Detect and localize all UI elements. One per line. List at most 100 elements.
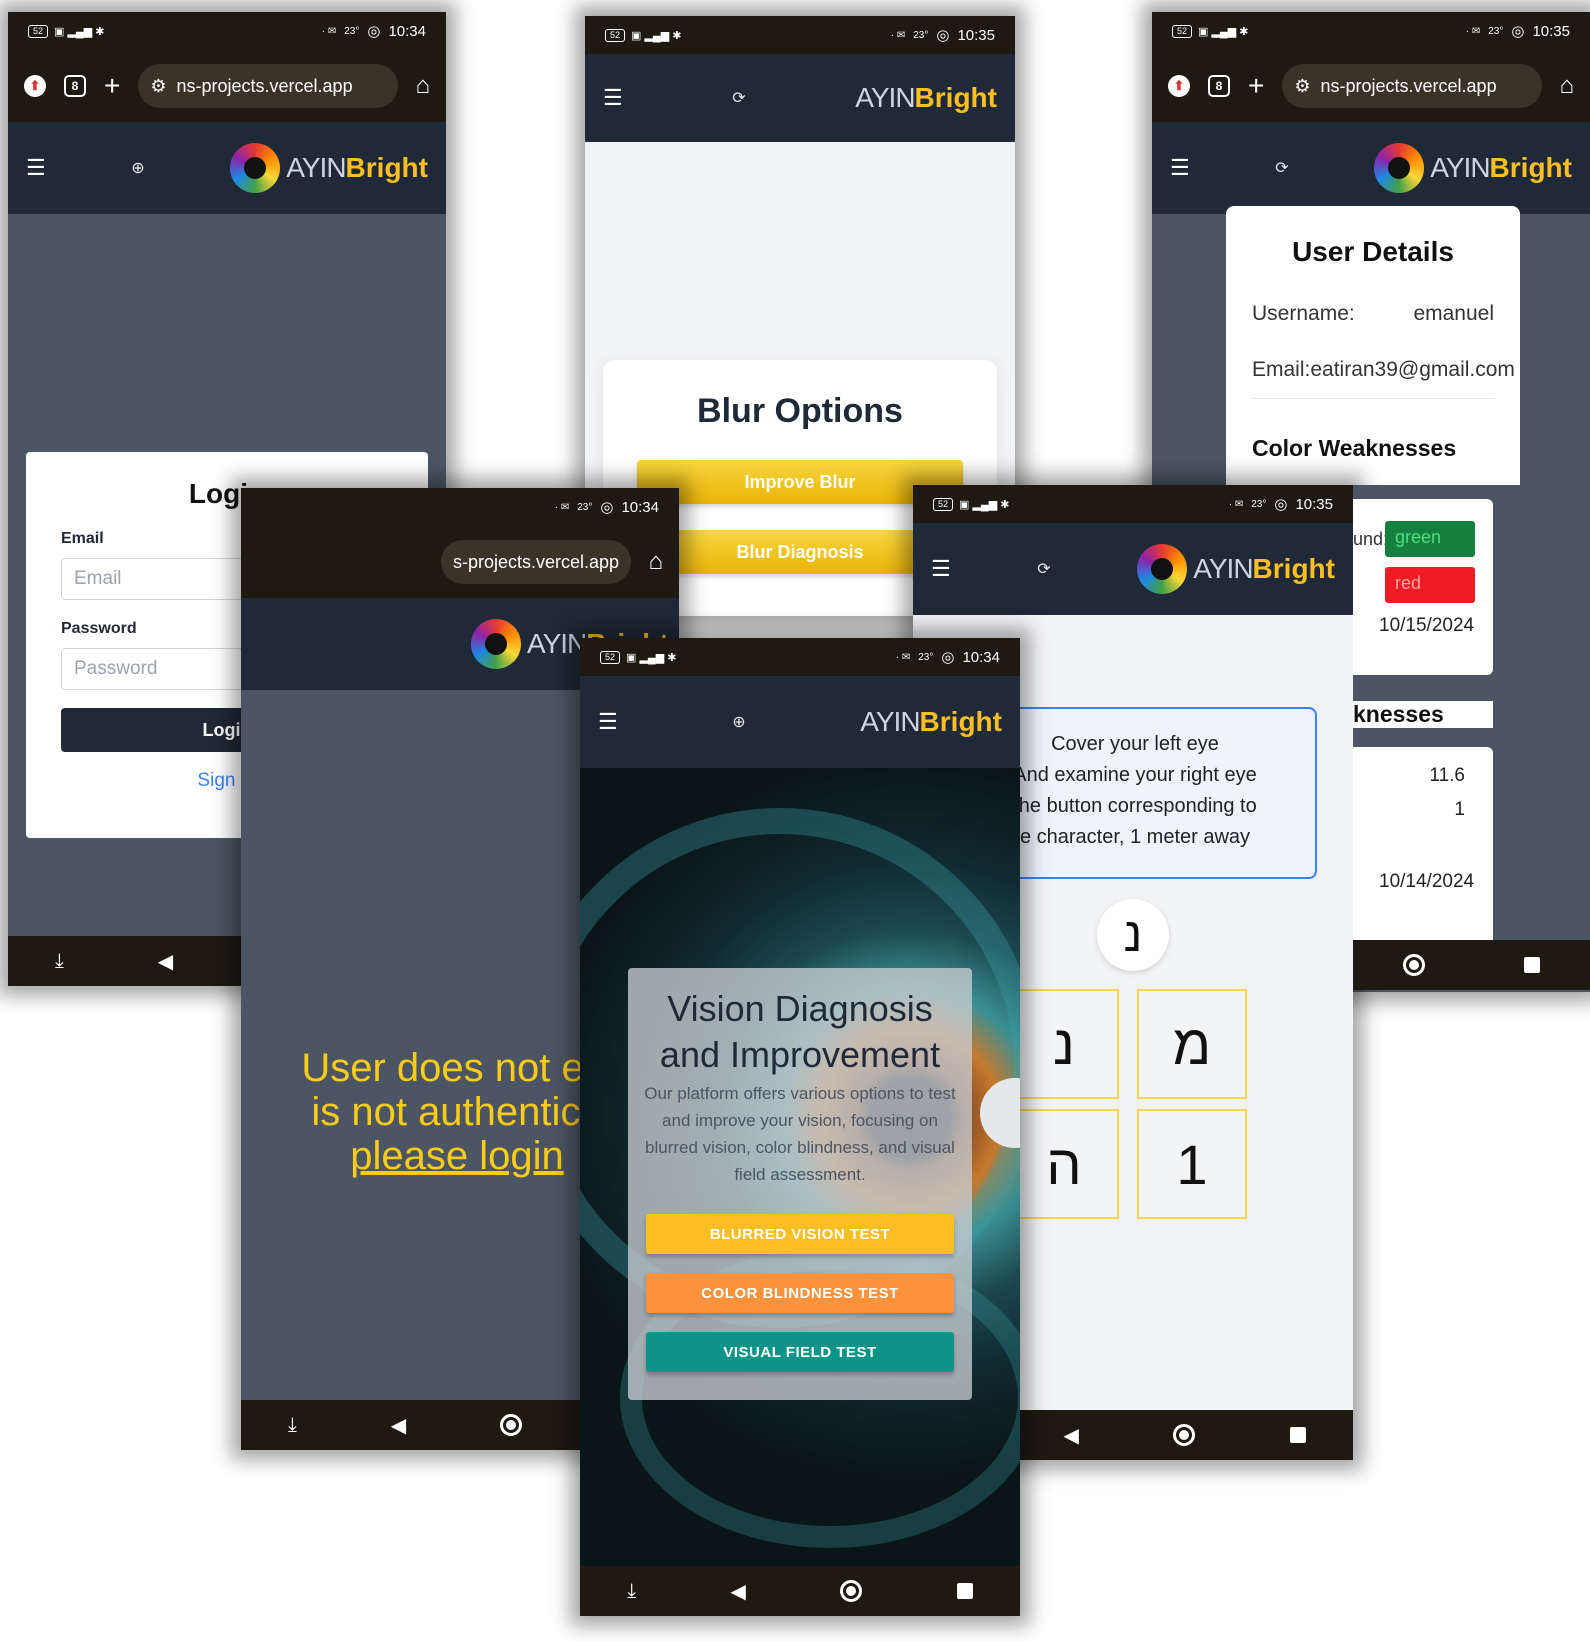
email-row: Email:eatiran39@gmail.com <box>1252 358 1515 381</box>
eye-logo-icon <box>1374 143 1425 193</box>
hero-title: Vision Diagnosis and Improvement <box>659 988 941 1075</box>
new-tab-icon[interactable]: + <box>1248 72 1264 100</box>
login-icon[interactable]: ⊕ <box>131 158 144 178</box>
user-details-overlap: und: green red 10/15/2024 knesses 11.6 1… <box>1353 485 1520 945</box>
download-icon[interactable]: ⤓ <box>55 950 64 973</box>
battery-icon: 52 <box>933 497 954 511</box>
home-icon[interactable]: ⌂ <box>416 72 431 100</box>
recents-icon[interactable] <box>1524 957 1541 973</box>
site-settings-icon[interactable]: ⚙ <box>1294 76 1310 97</box>
home-button-icon[interactable] <box>1402 954 1425 976</box>
menu-icon[interactable]: ☰ <box>26 155 46 181</box>
browser-toolbar: ⬆ 8 + ⚙ ns-projects.vercel.app ⌂ <box>8 50 446 122</box>
app-header: ☰ ⊕ AYIN Bright <box>580 676 1020 768</box>
answer-option[interactable]: 1 <box>1137 1109 1247 1219</box>
new-tab-icon[interactable]: + <box>104 72 120 100</box>
recents-icon[interactable] <box>956 1583 973 1599</box>
brand-logo[interactable]: AYINBright <box>1137 544 1335 594</box>
answer-option[interactable]: ה <box>1009 1109 1119 1219</box>
status-bar: 52 ▣ ▂▄▆ ✱ · ✉ 23° ◎ 10:34 <box>8 12 446 50</box>
signal-icon: ▣ ▂▄▆ ✱ <box>626 651 677 664</box>
tabs-count-button[interactable]: 8 <box>64 75 86 97</box>
back-icon[interactable]: ◀ <box>1064 1423 1079 1448</box>
android-nav-bar: ⤓ ◀ <box>580 1566 1020 1616</box>
weaknesses-heading-partial: knesses <box>1353 701 1493 728</box>
visual-field-test-button[interactable]: VISUAL FIELD TEST <box>646 1332 954 1372</box>
color-test-date: 10/15/2024 <box>1379 615 1475 636</box>
value-1: 11.6 <box>1429 765 1465 786</box>
notification-icons: · ✉ <box>895 651 911 663</box>
signal-icon: ▣ ▂▄▆ ✱ <box>959 498 1010 511</box>
browser-toolbar: s-projects.vercel.app ⌂ <box>241 526 679 598</box>
hero-panel: Vision Diagnosis and Improvement Our pla… <box>628 968 972 1400</box>
app-header: ☰ ⟳ AYIN Bright <box>585 54 1015 142</box>
eye-logo-icon <box>471 619 521 669</box>
green-chip: green <box>1385 521 1475 557</box>
download-icon[interactable]: ⤓ <box>288 1414 297 1437</box>
home-icon[interactable]: ⌂ <box>649 548 664 576</box>
status-bar: 52 ▣ ▂▄▆ ✱ · ✉ 23° ◎ 10:35 <box>1152 12 1590 50</box>
eye-logo-icon <box>230 143 281 193</box>
back-icon[interactable]: ◀ <box>731 1579 746 1604</box>
logout-icon[interactable]: ⟳ <box>1037 559 1050 579</box>
username-row: Username: emanuel <box>1252 302 1494 325</box>
page-title: Blur Options <box>697 392 903 430</box>
red-chip: red <box>1385 567 1475 603</box>
browser-menu-icon[interactable]: ⬆ <box>1168 75 1190 97</box>
app-header: ☰ ⊕ AYIN Bright <box>8 122 446 214</box>
status-bar: · ✉ 23° ◎ 10:34 <box>241 488 679 526</box>
url-bar[interactable]: ⚙ ns-projects.vercel.app <box>1282 64 1542 108</box>
screen-home: 52 ▣ ▂▄▆ ✱ · ✉ 23° ◎ 10:34 ☰ ⊕ AYIN Bright Vi… <box>580 638 1020 1616</box>
signal-icon: ▣ ▂▄▆ ✱ <box>54 25 105 38</box>
home-button-icon[interactable] <box>840 1580 863 1602</box>
home-button-icon[interactable] <box>500 1414 523 1436</box>
app-header: ☰ ⟳ AYIN Bright <box>913 523 1353 615</box>
brand-logo[interactable]: AYINBright <box>1374 143 1572 193</box>
url-bar[interactable]: s-projects.vercel.app <box>441 540 631 584</box>
blurred-vision-test-button[interactable]: BLURRED VISION TEST <box>646 1214 954 1254</box>
notification-icons: · ✉ <box>1465 25 1481 37</box>
home-icon[interactable]: ⌂ <box>1560 72 1575 100</box>
value-2: 1 <box>1454 799 1465 820</box>
brand-logo[interactable]: AYINBright <box>855 82 997 114</box>
temperature: 23° <box>918 651 934 663</box>
status-bar: 52 ▣ ▂▄▆ ✱ · ✉ 23° ◎ 10:34 <box>580 638 1020 676</box>
whatsapp-icon: ◎ <box>936 27 950 44</box>
home-button-icon[interactable] <box>1173 1424 1196 1446</box>
recents-icon[interactable] <box>1289 1427 1306 1443</box>
menu-icon[interactable]: ☰ <box>598 709 618 735</box>
temperature: 23° <box>1488 25 1504 37</box>
back-icon[interactable]: ◀ <box>158 949 173 974</box>
logout-icon[interactable]: ⟳ <box>732 88 745 108</box>
site-settings-icon[interactable]: ⚙ <box>150 76 166 97</box>
browser-menu-icon[interactable]: ⬆ <box>24 75 46 97</box>
app-header: ☰ ⟳ AYIN Bright <box>1152 122 1590 214</box>
target-character: נ <box>1097 899 1169 971</box>
status-bar: 52 ▣ ▂▄▆ ✱ · ✉ 23° ◎ 10:35 <box>913 485 1353 523</box>
download-icon[interactable]: ⤓ <box>627 1580 636 1603</box>
logout-icon[interactable]: ⟳ <box>1275 158 1288 178</box>
url-bar[interactable]: ⚙ ns-projects.vercel.app <box>138 64 398 108</box>
back-icon[interactable]: ◀ <box>391 1413 406 1438</box>
notification-icons: · ✉ <box>321 25 337 37</box>
hero-description: Our platform offers various options to t… <box>644 1084 956 1184</box>
temperature: 23° <box>577 501 593 513</box>
clock: 10:35 <box>1532 22 1570 40</box>
brand-logo[interactable]: AYINBright <box>860 706 1002 738</box>
brand-logo[interactable]: AYINBright <box>230 143 428 193</box>
battery-icon: 52 <box>605 28 626 42</box>
temperature: 23° <box>1251 498 1267 510</box>
answer-option[interactable]: נ <box>1009 989 1119 1099</box>
acuity-test-date: 10/14/2024 <box>1379 871 1475 892</box>
login-icon[interactable]: ⊕ <box>732 712 745 732</box>
menu-icon[interactable]: ☰ <box>931 556 951 582</box>
battery-icon: 52 <box>1172 24 1193 38</box>
menu-icon[interactable]: ☰ <box>603 85 623 111</box>
notification-icons: · ✉ <box>1228 498 1244 510</box>
page-title: User Details <box>1292 236 1454 267</box>
tabs-count-button[interactable]: 8 <box>1208 75 1230 97</box>
color-blindness-test-button[interactable]: COLOR BLINDNESS TEST <box>646 1273 954 1313</box>
menu-icon[interactable]: ☰ <box>1170 155 1190 181</box>
temperature: 23° <box>913 29 929 41</box>
answer-option[interactable]: מ <box>1137 989 1247 1099</box>
